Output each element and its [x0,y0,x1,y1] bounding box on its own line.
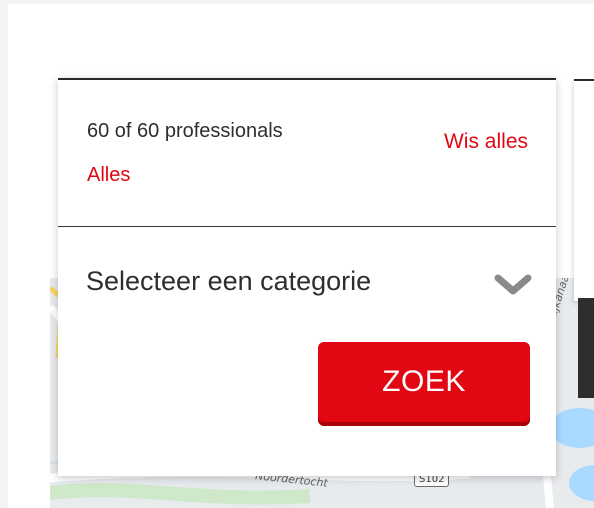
result-count: 60 of 60 professionals [87,120,283,142]
search-button[interactable]: ZOEK [318,342,530,422]
active-filter-tag[interactable]: Alles [87,164,130,187]
divider [58,226,556,227]
adjacent-card [574,79,594,301]
clear-all-link[interactable]: Wis alles [444,130,528,154]
chevron-down-icon [494,274,532,295]
category-select[interactable]: Selecteer een categorie [86,266,532,306]
filter-panel: 60 of 60 professionals Wis alles Alles S… [58,78,556,476]
category-select-value: Selecteer een categorie [86,266,372,296]
adjacent-card-image [578,298,594,398]
page: Noordertocht Zijkanaal D S102 60 of 60 p… [0,0,594,508]
